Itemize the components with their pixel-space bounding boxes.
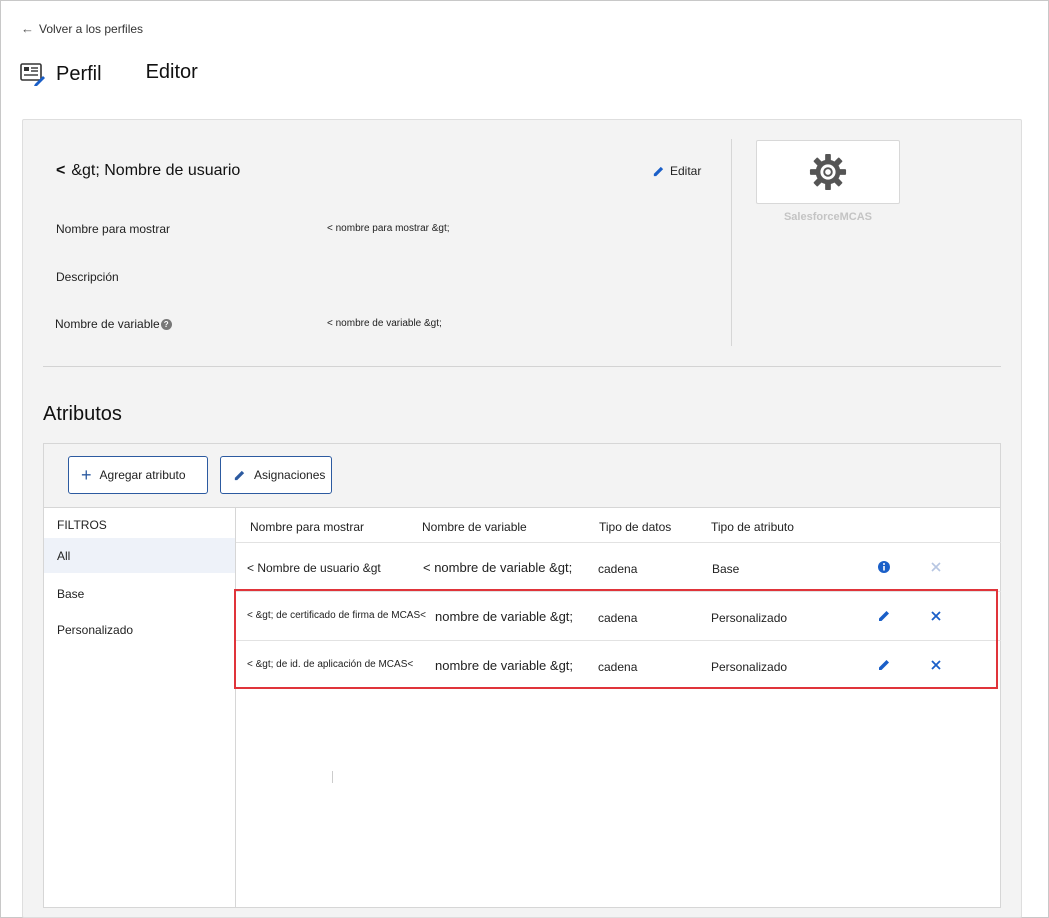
username-prefix: < <box>56 162 66 179</box>
delete-icon-disabled <box>931 562 941 572</box>
row-data-type: cadena <box>598 660 638 674</box>
table-row[interactable]: < &gt; de id. de aplicación de MCAS< nom… <box>236 641 1001 690</box>
row-attribute-type: Personalizado <box>711 611 788 625</box>
app-name-label: SalesforceMCAS <box>783 211 873 223</box>
edit-label: Editar <box>670 164 702 178</box>
display-name-label: Nombre para mostrar <box>56 222 171 236</box>
filter-all[interactable]: All <box>44 538 235 573</box>
pencil-icon <box>653 166 664 176</box>
profile-card-icon <box>20 63 45 86</box>
table-row[interactable]: < &gt; de certificado de firma de MCAS< … <box>236 592 1001 641</box>
plus-icon: + <box>81 465 92 485</box>
scroll-marker <box>332 771 333 783</box>
display-name-value: < nombre para mostrar &gt; <box>327 223 450 234</box>
pencil-icon <box>234 470 245 480</box>
help-icon[interactable]: ? <box>160 319 172 330</box>
gear-icon <box>809 153 847 191</box>
variable-name-label: Nombre de variable <box>55 317 160 331</box>
back-arrow-icon: ← <box>21 21 34 36</box>
column-header-data-type[interactable]: Tipo de datos <box>599 520 671 534</box>
row-variable-name: nombre de variable &gt; <box>435 609 574 624</box>
section-divider <box>43 366 1001 367</box>
row-variable-name: nombre de variable &gt; <box>435 658 574 673</box>
row-data-type: cadena <box>598 562 638 576</box>
page-title: Perfil Editor <box>20 60 198 86</box>
row-display-name: < Nombre de usuario &gt <box>247 561 381 575</box>
mappings-button[interactable]: Asignaciones <box>220 456 332 494</box>
attributes-table: Nombre para mostrar Nombre de variable T… <box>235 507 1001 907</box>
row-display-name: < &gt; de certificado de firma de MCAS< <box>247 610 426 621</box>
add-attribute-label: Agregar atributo <box>99 468 186 482</box>
delete-icon[interactable] <box>929 609 943 623</box>
username-text: &gt; Nombre de usuario <box>71 162 241 179</box>
variable-name-value: < nombre de variable &gt; <box>327 318 442 329</box>
column-header-display-name[interactable]: Nombre para mostrar <box>250 520 364 534</box>
filters-panel: FILTROS All Base Personalizado <box>44 507 235 907</box>
mappings-label: Asignaciones <box>254 468 326 482</box>
edit-button[interactable]: Editar <box>652 164 701 178</box>
row-data-type: cadena <box>598 611 638 625</box>
back-link-label: Volver a los perfiles <box>39 21 144 36</box>
row-display-name: < &gt; de id. de aplicación de MCAS< <box>247 659 414 670</box>
pencil-icon[interactable] <box>877 658 891 672</box>
delete-icon[interactable] <box>929 658 943 672</box>
column-header-attribute-type[interactable]: Tipo de atributo <box>711 520 794 534</box>
pencil-icon[interactable] <box>877 609 891 623</box>
table-row[interactable]: < Nombre de usuario &gt < nombre de vari… <box>236 543 1001 592</box>
attributes-heading: Atributos <box>43 403 122 425</box>
filter-custom[interactable]: Personalizado <box>44 612 235 647</box>
vertical-divider <box>731 139 732 346</box>
info-icon[interactable] <box>877 560 891 574</box>
column-header-variable-name[interactable]: Nombre de variable <box>422 520 527 534</box>
filter-base[interactable]: Base <box>44 576 235 611</box>
username-heading: < &gt; Nombre de usuario <box>56 162 240 180</box>
add-attribute-button[interactable]: + Agregar atributo <box>68 456 208 494</box>
app-tile[interactable] <box>756 140 900 204</box>
row-variable-name: < nombre de variable &gt; <box>423 560 573 575</box>
page-title-editor: Editor <box>145 60 198 83</box>
row-attribute-type: Personalizado <box>711 660 788 674</box>
description-label: Descripción <box>56 270 119 284</box>
page-title-profile: Perfil <box>56 62 102 85</box>
filters-title: FILTROS <box>57 518 107 532</box>
row-attribute-type: Base <box>712 562 740 576</box>
variable-name-label-wrap: Nombre de variable? <box>55 317 172 331</box>
back-to-profiles-link[interactable]: ← Volver a los perfiles <box>21 21 143 36</box>
